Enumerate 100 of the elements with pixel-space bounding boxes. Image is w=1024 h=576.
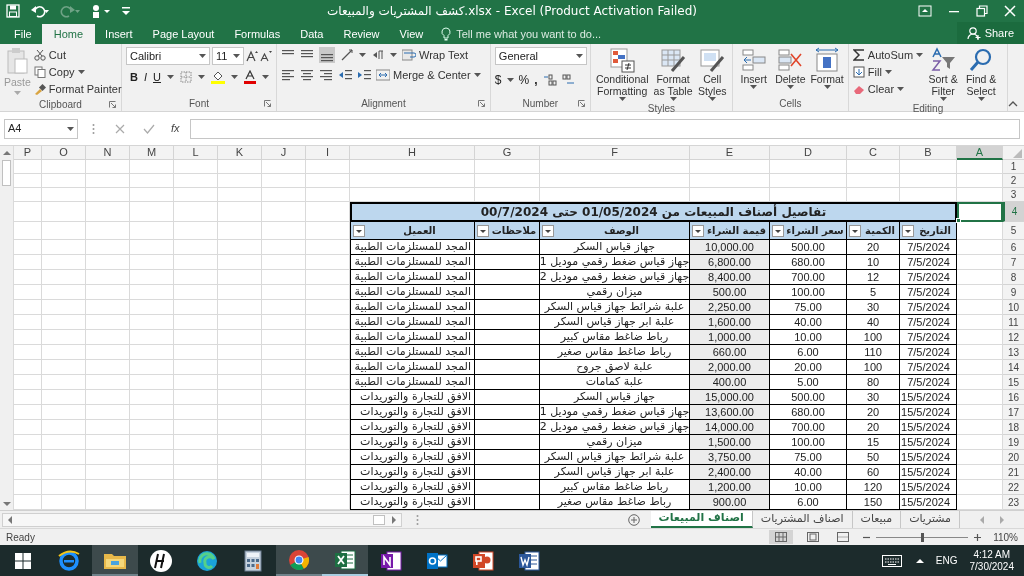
scroll-thumb[interactable] xyxy=(373,514,385,525)
dialog-launcher-icon[interactable] xyxy=(109,101,116,108)
copy-button[interactable]: Copy xyxy=(33,64,122,80)
normal-view-button[interactable] xyxy=(769,530,794,544)
underline-button[interactable]: U xyxy=(153,69,161,86)
page-layout-view-icon[interactable] xyxy=(807,532,820,542)
ribbon-tab[interactable]: Formulas xyxy=(224,24,291,44)
filter-button[interactable] xyxy=(353,224,365,237)
row-header[interactable]: 2 xyxy=(1003,174,1024,188)
column-header[interactable]: F xyxy=(540,146,690,160)
ribbon-button[interactable]: Format as Table xyxy=(652,47,694,101)
autosum-button[interactable]: AutoSum xyxy=(852,47,924,63)
row-header[interactable]: 9 xyxy=(1003,285,1024,300)
row-header[interactable]: 10 xyxy=(1003,300,1024,315)
scroll-left-icon[interactable] xyxy=(7,515,13,524)
italic-button[interactable]: I xyxy=(143,69,147,86)
font-shrink-icon[interactable] xyxy=(260,50,272,62)
ribbon-tab[interactable]: Data xyxy=(290,24,334,44)
filter-button[interactable] xyxy=(542,224,554,237)
vertical-scrollbar[interactable] xyxy=(0,146,14,510)
taskbar-button[interactable] xyxy=(322,545,368,576)
sort-filter-button[interactable]: Sort & Filter xyxy=(926,47,961,101)
formula-input[interactable] xyxy=(189,118,1020,139)
filter-button[interactable] xyxy=(849,224,861,237)
share-button[interactable]: Share xyxy=(956,22,1024,44)
row-header[interactable]: 20 xyxy=(1003,450,1024,465)
find-select-button[interactable]: Find & Select xyxy=(963,47,1000,101)
filter-button[interactable] xyxy=(772,224,784,237)
scroll-right-icon[interactable] xyxy=(391,515,397,524)
column-header[interactable]: I xyxy=(306,146,350,160)
ribbon-button[interactable]: Conditional Formatting xyxy=(594,47,650,101)
ribbon-button[interactable]: Delete xyxy=(773,47,808,89)
currency-button[interactable]: $ xyxy=(494,71,502,89)
comma-button[interactable]: , xyxy=(534,71,538,89)
column-header[interactable]: K xyxy=(218,146,262,160)
ribbon-tab[interactable]: Insert xyxy=(95,24,143,44)
increase-decimal-icon[interactable] xyxy=(542,74,557,86)
column-header[interactable]: A xyxy=(957,146,1003,160)
restore-icon[interactable] xyxy=(976,5,988,17)
row-header[interactable]: 3 xyxy=(1003,188,1024,202)
ribbon-tab[interactable]: Home xyxy=(41,24,96,44)
column-header[interactable]: H xyxy=(350,146,475,160)
ribbon-button[interactable]: Cell Styles xyxy=(696,47,728,101)
column-header[interactable]: L xyxy=(174,146,218,160)
row-header[interactable]: 5 xyxy=(1003,222,1024,240)
show-hidden-icons-icon[interactable] xyxy=(915,558,924,563)
font-name-field[interactable]: Calibri xyxy=(126,47,210,65)
ribbon-button[interactable]: Insert xyxy=(736,47,771,89)
row-header[interactable]: 13 xyxy=(1003,345,1024,360)
column-header[interactable]: J xyxy=(262,146,306,160)
increase-indent-icon[interactable] xyxy=(357,68,371,82)
clock-date[interactable]: 7/30/2024 xyxy=(969,560,1014,573)
column-header[interactable]: D xyxy=(770,146,847,160)
filter-button[interactable] xyxy=(477,224,489,237)
horizontal-scrollbar[interactable] xyxy=(2,512,402,527)
customize-icon[interactable] xyxy=(122,6,130,16)
row-header[interactable]: 22 xyxy=(1003,480,1024,495)
align-right-icon[interactable] xyxy=(319,68,333,82)
dialog-launcher-icon[interactable] xyxy=(264,100,271,107)
sheet-tab[interactable]: اصناف المبيعات xyxy=(650,511,753,528)
touch-mode-icon[interactable] xyxy=(90,4,112,18)
column-header[interactable]: M xyxy=(130,146,174,160)
ribbon-tab[interactable]: Page Layout xyxy=(142,24,225,44)
ribbon-tab[interactable]: Review xyxy=(333,24,390,44)
zoom-in-icon[interactable] xyxy=(974,533,982,541)
font-size-field[interactable]: 11 xyxy=(212,47,244,65)
save-icon[interactable] xyxy=(6,4,20,18)
align-center-icon[interactable] xyxy=(300,68,314,82)
scroll-down-icon[interactable] xyxy=(2,501,11,507)
row-header[interactable]: 19 xyxy=(1003,435,1024,450)
row-header[interactable]: 4 xyxy=(1003,202,1024,222)
column-header[interactable]: O xyxy=(42,146,86,160)
row-header[interactable]: 15 xyxy=(1003,375,1024,390)
column-header[interactable]: P xyxy=(14,146,42,160)
row-header[interactable]: 18 xyxy=(1003,420,1024,435)
row-header[interactable]: 12 xyxy=(1003,330,1024,345)
text-direction-icon[interactable] xyxy=(371,48,385,62)
number-format-field[interactable]: General xyxy=(494,47,587,65)
column-header[interactable]: E xyxy=(690,146,770,160)
row-header[interactable]: 16 xyxy=(1003,390,1024,405)
row-header[interactable]: 21 xyxy=(1003,465,1024,480)
zoom-slider-thumb[interactable] xyxy=(921,532,925,542)
filter-button[interactable] xyxy=(902,224,914,237)
undo-icon[interactable] xyxy=(30,4,50,18)
taskbar-button[interactable] xyxy=(92,545,138,576)
keyboard-icon[interactable] xyxy=(881,554,902,567)
page-break-view-icon[interactable] xyxy=(837,532,850,542)
name-box[interactable]: A4 xyxy=(4,118,78,139)
add-sheet-icon[interactable] xyxy=(628,513,640,526)
font-grow-icon[interactable] xyxy=(246,50,258,62)
row-header[interactable]: 14 xyxy=(1003,360,1024,375)
fill-color-icon[interactable] xyxy=(210,70,225,85)
decrease-decimal-icon[interactable] xyxy=(561,74,576,86)
orientation-icon[interactable] xyxy=(340,48,354,62)
fill-button[interactable]: Fill xyxy=(852,64,924,80)
font-color-icon[interactable] xyxy=(243,70,256,85)
ribbon-display-icon[interactable] xyxy=(918,5,932,17)
bottom-align-icon[interactable] xyxy=(319,47,335,63)
wrap-text-button[interactable]: Wrap Text xyxy=(402,47,469,63)
row-header[interactable]: 17 xyxy=(1003,405,1024,420)
